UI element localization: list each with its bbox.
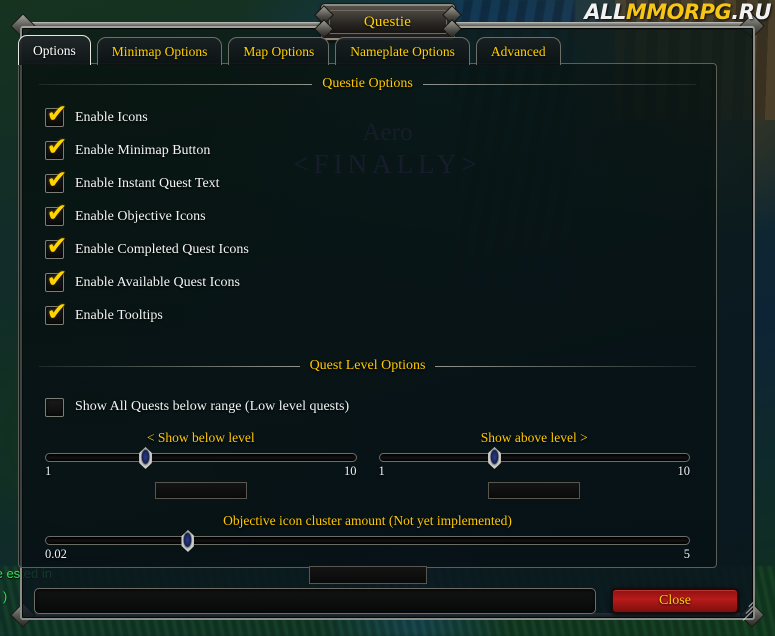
window-title: Questie xyxy=(363,13,412,30)
checkmark-icon: ✔ xyxy=(46,264,68,293)
tab-bar: Options Minimap Options Map Options Namepla… xyxy=(18,35,561,65)
show-below-level-range-labels: 1 10 xyxy=(45,464,357,480)
checkbox-row-enable-icons[interactable]: ✔ Enable Icons xyxy=(19,101,716,134)
show-above-level-slider-block: Show above level > 1 10 xyxy=(378,430,691,499)
tab-map-options[interactable]: Map Options xyxy=(228,37,330,65)
checkmark-icon: ✔ xyxy=(46,297,68,326)
checkmark-icon: ✔ xyxy=(46,99,68,128)
title-inner-plate: Questie xyxy=(328,10,447,34)
site-watermark: ALLMMORPG.RU xyxy=(584,2,771,23)
checkmark-icon: ✔ xyxy=(46,231,68,260)
show-below-level-value-input[interactable] xyxy=(154,482,247,499)
watermark-part-1: ALL xyxy=(584,0,626,24)
tab-nameplate-options[interactable]: Nameplate Options xyxy=(335,37,470,65)
divider-line-left xyxy=(39,365,300,367)
game-screen: te ested in 0 ) ALLMMORPG.RU Questie Aer… xyxy=(0,0,775,636)
close-button[interactable]: Close xyxy=(611,588,739,614)
checkmark-icon: ✔ xyxy=(46,132,68,161)
objective-cluster-track[interactable] xyxy=(45,530,690,552)
show-above-level-range-labels: 1 10 xyxy=(379,464,691,480)
objective-cluster-title: Objective icon cluster amount (Not yet i… xyxy=(223,513,512,528)
section-header-quest-level-options: Quest Level Options xyxy=(39,346,696,374)
show-above-level-track[interactable] xyxy=(378,447,690,469)
show-above-level-max: 10 xyxy=(677,464,691,478)
checkbox-row-enable-completed-quest-icons[interactable]: ✔ Enable Completed Quest Icons xyxy=(19,233,716,266)
show-above-level-value-input[interactable] xyxy=(488,482,581,499)
checkbox-enable-icons[interactable]: ✔ xyxy=(45,101,67,127)
objective-cluster-range-labels: 0.02 5 xyxy=(45,547,690,563)
watermark-part-3: .RU xyxy=(731,0,771,24)
checkbox-row-enable-tooltips[interactable]: ✔ Enable Tooltips xyxy=(19,299,716,332)
show-above-level-min: 1 xyxy=(378,464,385,478)
objective-cluster-value-input[interactable] xyxy=(308,566,427,584)
show-below-level-max: 10 xyxy=(344,464,357,478)
section-title-quest-level-options: Quest Level Options xyxy=(309,358,426,373)
checkbox-enable-tooltips[interactable]: ✔ xyxy=(45,299,67,325)
checkmark-icon: ✔ xyxy=(46,165,68,194)
checkbox-enable-instant-quest-text[interactable]: ✔ xyxy=(45,167,67,193)
checkbox-enable-completed-quest-icons[interactable]: ✔ xyxy=(45,233,67,259)
chat-log-line-2: 0 ) xyxy=(0,589,8,604)
checkbox-label-enable-available-quest-icons: Enable Available Quest Icons xyxy=(75,274,240,290)
section-title-questie-options: Questie Options xyxy=(322,76,413,91)
checkbox-enable-available-quest-icons[interactable]: ✔ xyxy=(45,266,67,292)
show-all-quests-label: Show All Quests below range (Low level q… xyxy=(75,399,350,414)
watermark-part-2: MMORPG xyxy=(625,0,732,24)
objective-cluster-min: 0.02 xyxy=(45,547,67,561)
divider-line-left xyxy=(39,83,313,85)
resize-grip-icon[interactable] xyxy=(737,598,754,621)
checkmark-icon: ✔ xyxy=(46,198,68,227)
objective-cluster-max: 5 xyxy=(683,547,690,561)
checkbox-label-enable-objective-icons: Enable Objective Icons xyxy=(75,208,206,224)
checkbox-label-enable-completed-quest-icons: Enable Completed Quest Icons xyxy=(75,241,249,257)
show-all-quests-checkbox[interactable] xyxy=(45,397,64,417)
show-above-level-title: Show above level > xyxy=(480,430,588,445)
checkbox-row-enable-objective-icons[interactable]: ✔ Enable Objective Icons xyxy=(19,200,716,233)
options-content-panel: Questie Options ✔ Enable Icons ✔ Enable Min… xyxy=(18,63,717,584)
show-all-quests-checkbox-row[interactable]: Show All Quests below range (Low level q… xyxy=(19,392,716,422)
level-range-sliders: < Show below level 1 10 Show above level… xyxy=(19,430,716,499)
tab-options[interactable]: Options xyxy=(18,35,91,65)
checkbox-label-enable-minimap-button: Enable Minimap Button xyxy=(75,142,211,158)
objective-cluster-slider-block: Objective icon cluster amount (Not yet i… xyxy=(19,513,716,584)
checkbox-enable-objective-icons[interactable]: ✔ xyxy=(45,200,67,226)
show-below-level-slider-block: < Show below level 1 10 xyxy=(45,430,357,499)
section-header-questie-options: Questie Options xyxy=(39,64,697,92)
quest-level-options-section: Quest Level Options Show All Quests belo… xyxy=(19,346,716,584)
checkbox-label-enable-icons: Enable Icons xyxy=(75,109,148,125)
status-input-field[interactable] xyxy=(34,588,596,614)
show-below-level-min: 1 xyxy=(45,464,52,478)
checkbox-row-enable-available-quest-icons[interactable]: ✔ Enable Available Quest Icons xyxy=(19,266,716,299)
show-below-level-title: < Show below level xyxy=(146,430,255,445)
tab-minimap-options[interactable]: Minimap Options xyxy=(96,37,223,65)
checkbox-label-enable-tooltips: Enable Tooltips xyxy=(75,307,163,323)
checkbox-enable-minimap-button[interactable]: ✔ xyxy=(45,134,67,160)
checkbox-row-enable-minimap-button[interactable]: ✔ Enable Minimap Button xyxy=(19,134,716,167)
options-checkbox-list: ✔ Enable Icons ✔ Enable Minimap Button ✔ Enab… xyxy=(19,101,716,332)
show-below-level-track[interactable] xyxy=(45,447,357,469)
checkbox-label-enable-instant-quest-text: Enable Instant Quest Text xyxy=(75,175,220,191)
tab-advanced[interactable]: Advanced xyxy=(475,37,561,65)
divider-line-right xyxy=(422,83,697,85)
checkbox-row-enable-instant-quest-text[interactable]: ✔ Enable Instant Quest Text xyxy=(19,167,716,200)
divider-line-right xyxy=(435,365,696,367)
